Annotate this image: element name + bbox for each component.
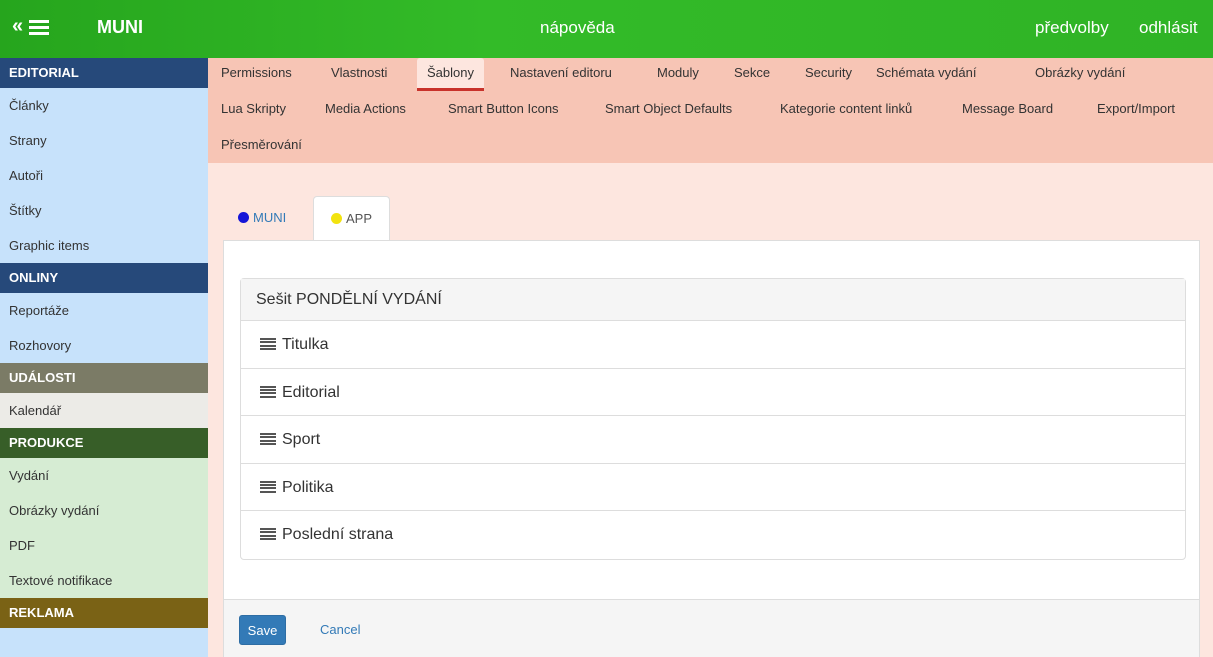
list-item[interactable]: Poslední strana [241,511,1185,559]
sidebar-item-autori[interactable]: Autoři [0,158,208,193]
tab-obrazky-vydani[interactable]: Obrázky vydání [1035,58,1125,91]
sidebar-item-stitky[interactable]: Štítky [0,193,208,228]
sidebar-item-rozhovory[interactable]: Rozhovory [0,328,208,363]
tab-lua-skripty[interactable]: Lua Skripty [221,94,286,127]
drag-handle-icon[interactable] [260,528,276,540]
list-item[interactable]: Editorial [241,369,1185,416]
tab-smart-object-defaults[interactable]: Smart Object Defaults [605,94,732,127]
help-link[interactable]: nápověda [540,18,615,38]
list-item-label: Titulka [282,336,329,353]
subnav-row-1: Permissions Vlastnosti Šablony Nastavení… [208,58,1213,91]
sidebar-item-graphic-items[interactable]: Graphic items [0,228,208,263]
sidebar-item-clanky[interactable]: Články [0,88,208,123]
preferences-link[interactable]: předvolby [1035,18,1109,38]
collapse-chevron-icon: « [12,15,23,37]
tab-muni[interactable]: MUNI [238,196,286,240]
save-button[interactable]: Save [239,615,286,645]
list-item-label: Sport [282,431,321,448]
tab-kategorie-content-linku[interactable]: Kategorie content linků [780,94,912,127]
tab-presmerovani[interactable]: Přesměrování [221,130,302,163]
tab-app[interactable]: APP [313,196,391,240]
subnav-row-3: Přesměrování [208,130,1213,163]
sidebar-header-udalosti[interactable]: UDÁLOSTI [0,363,208,393]
sidebar-item-textove-notifikace[interactable]: Textové notifikace [0,563,208,598]
menu-toggle-button[interactable]: « [12,15,50,38]
tab-smart-button-icons[interactable]: Smart Button Icons [448,94,559,127]
sidebar-header-produkce[interactable]: PRODUKCE [0,428,208,458]
muni-dot-icon [238,212,249,223]
tab-app-label: APP [346,211,373,226]
tab-sablony[interactable]: Šablony [417,58,484,91]
sidebar: EDITORIAL Články Strany Autoři Štítky Gr… [0,58,208,657]
sidebar-item-pdf[interactable]: PDF [0,528,208,563]
tab-muni-label: MUNI [253,210,287,225]
logout-link[interactable]: odhlásit [1139,18,1198,38]
list-item-label: Editorial [282,383,340,401]
tab-media-actions[interactable]: Media Actions [325,94,406,127]
tab-permissions[interactable]: Permissions [221,58,292,91]
subnav-row-2: Lua Skripty Media Actions Smart Button I… [208,94,1213,127]
tab-vlastnosti[interactable]: Vlastnosti [331,58,387,91]
tab-moduly[interactable]: Moduly [657,58,699,91]
settings-subnav: Permissions Vlastnosti Šablony Nastavení… [208,58,1213,163]
drag-handle-icon[interactable] [260,433,276,445]
top-bar: « MUNI nápověda předvolby odhlásit [0,0,1213,58]
form-footer: Save Cancel [224,599,1199,657]
list-item[interactable]: Sport [241,416,1185,464]
sidebar-header-onliny[interactable]: ONLINY [0,263,208,293]
app-dot-icon [331,213,342,224]
list-item-label: Politika [282,478,334,496]
tab-sekce[interactable]: Sekce [734,58,770,91]
list-item-label: Poslední strana [282,526,394,543]
tab-security[interactable]: Security [805,58,852,91]
cancel-button[interactable]: Cancel [320,615,360,645]
drag-handle-icon[interactable] [260,480,276,493]
template-panel: Sešit PONDĚLNÍ VYDÁNÍ Titulka Editorial … [223,240,1200,657]
sidebar-item-obrazky-vydani[interactable]: Obrázky vydání [0,493,208,528]
tab-schemata-vydani[interactable]: Schémata vydání [876,58,976,91]
list-item[interactable]: Politika [241,464,1185,511]
sidebar-group-onliny: ONLINY Reportáže Rozhovory [0,263,208,363]
sidebar-item-kalendar[interactable]: Kalendář [0,393,208,428]
sidebar-header-editorial[interactable]: EDITORIAL [0,58,208,88]
sidebar-group-editorial: EDITORIAL Články Strany Autoři Štítky Gr… [0,58,208,263]
tab-nastaveni-editoru[interactable]: Nastavení editoru [510,58,612,91]
sidebar-item-reportaze[interactable]: Reportáže [0,293,208,328]
main-content: MUNI APP Sešit PONDĚLNÍ VYDÁNÍ Titulka E… [208,163,1213,657]
sidebar-item-strany[interactable]: Strany [0,123,208,158]
drag-handle-icon[interactable] [260,385,276,398]
hamburger-icon [29,19,50,35]
template-card: Sešit PONDĚLNÍ VYDÁNÍ Titulka Editorial … [240,278,1186,560]
sidebar-group-reklama: REKLAMA [0,598,208,628]
card-title: Sešit PONDĚLNÍ VYDÁNÍ [241,279,1185,321]
sidebar-item-vydani[interactable]: Vydání [0,458,208,493]
tab-message-board[interactable]: Message Board [962,94,1053,127]
list-item[interactable]: Titulka [241,321,1185,369]
sidebar-group-udalosti: UDÁLOSTI Kalendář [0,363,208,428]
sidebar-header-reklama[interactable]: REKLAMA [0,598,208,628]
tab-export-import[interactable]: Export/Import [1097,94,1175,127]
drag-handle-icon[interactable] [260,338,276,350]
brand-logo: MUNI [97,17,143,37]
sidebar-group-produkce: PRODUKCE Vydání Obrázky vydání PDF Texto… [0,428,208,598]
